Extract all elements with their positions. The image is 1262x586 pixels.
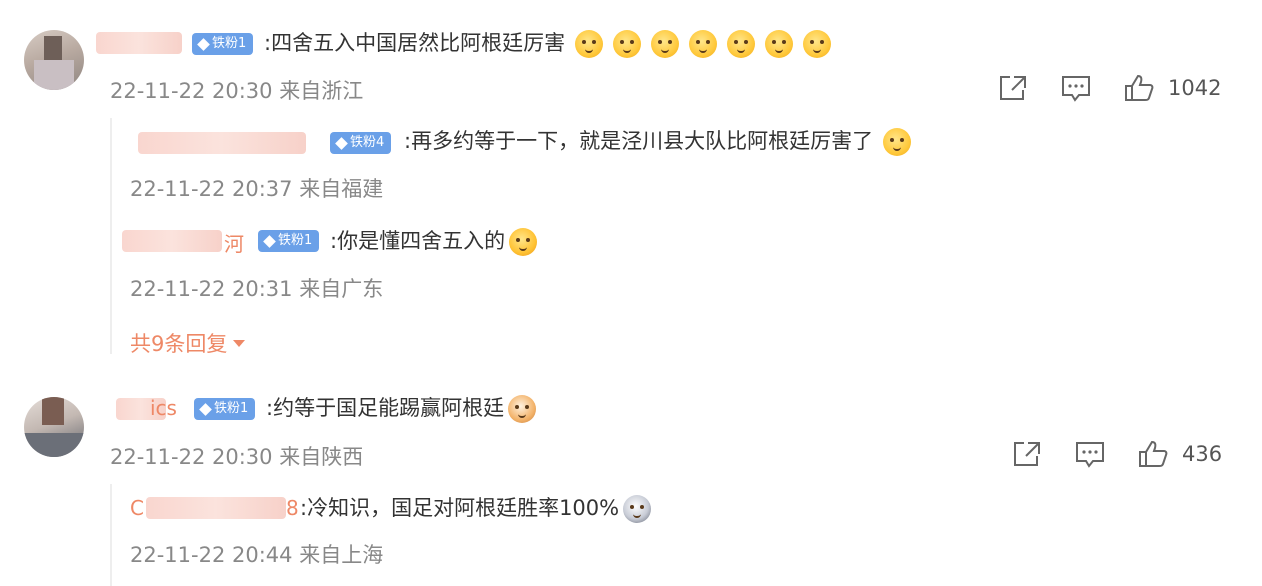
comment-location: 来自浙江 xyxy=(279,79,364,103)
cat-emoji-icon xyxy=(508,395,537,423)
reply-location: 来自广东 xyxy=(299,277,384,301)
username-blurred[interactable] xyxy=(96,32,182,54)
reply-thread-line xyxy=(110,118,112,354)
reply-text-content: :再多约等于一下，就是泾川县大队比阿根廷厉害了 xyxy=(404,129,874,153)
comment-icon[interactable] xyxy=(1075,440,1105,468)
reply-time: 22-11-22 20:37 xyxy=(130,177,293,201)
reply-username-blurred[interactable] xyxy=(122,230,222,252)
view-more-replies-label: 共9条回复 xyxy=(130,332,228,356)
diamond-icon xyxy=(335,136,348,150)
fan-badge[interactable]: 铁粉1 xyxy=(192,33,254,55)
doge-emoji-icon xyxy=(803,30,832,58)
comment-meta: 22-11-22 20:30 来自浙江 xyxy=(110,75,363,105)
reply-text: :你是懂四舍五入的 xyxy=(330,227,538,256)
reply-text-content: :冷知识，国足对阿根廷胜率100% xyxy=(300,496,620,520)
fan-badge[interactable]: 铁粉1 xyxy=(258,230,320,252)
like-button[interactable]: 436 xyxy=(1138,440,1222,468)
fan-badge-label: 铁粉1 xyxy=(278,233,313,248)
reply-meta: 22-11-22 20:44 来自上海 xyxy=(130,539,383,569)
comment-location: 来自陕西 xyxy=(279,445,364,469)
reply-meta: 22-11-22 20:37 来自福建 xyxy=(130,173,383,203)
doge-emoji-icon xyxy=(575,30,604,58)
comment-text: :四舍五入中国居然比阿根廷厉害 xyxy=(264,29,832,58)
reply-time: 22-11-22 20:44 xyxy=(130,543,293,567)
comment-meta: 22-11-22 20:30 来自陕西 xyxy=(110,441,363,471)
comment-time: 22-11-22 20:30 xyxy=(110,445,273,469)
fan-badge[interactable]: 铁粉1 xyxy=(194,398,256,420)
reply-time: 22-11-22 20:31 xyxy=(130,277,293,301)
reply-text: :冷知识，国足对阿根廷胜率100% xyxy=(300,494,652,523)
doge-emoji-icon xyxy=(727,30,756,58)
share-icon[interactable] xyxy=(998,74,1028,102)
reply-username-blurred[interactable] xyxy=(146,497,286,519)
reply-username-blurred[interactable] xyxy=(138,132,306,154)
like-button[interactable]: 1042 xyxy=(1124,74,1221,102)
husky-emoji-icon xyxy=(623,495,652,523)
reply-username-prefix[interactable]: C xyxy=(130,496,144,520)
doge-emoji-icon xyxy=(651,30,680,58)
reply-location: 来自福建 xyxy=(299,177,384,201)
doge-emoji-icon xyxy=(883,128,912,156)
thumbs-up-icon xyxy=(1124,74,1154,102)
diamond-icon xyxy=(263,234,276,248)
like-count: 1042 xyxy=(1168,76,1222,100)
username-suffix[interactable]: ics xyxy=(150,396,177,420)
fan-badge-label: 铁粉4 xyxy=(350,135,385,150)
reply-username-suffix[interactable]: 河 xyxy=(224,228,244,257)
doge-emoji-icon xyxy=(613,30,642,58)
comment-text: :约等于国足能踢赢阿根廷 xyxy=(266,394,537,423)
share-icon[interactable] xyxy=(1012,440,1042,468)
like-count: 436 xyxy=(1182,442,1223,466)
view-more-replies-link[interactable]: 共9条回复 xyxy=(130,328,246,358)
reply-thread-line xyxy=(110,484,112,586)
doge-emoji-icon xyxy=(765,30,794,58)
doge-emoji-icon xyxy=(689,30,718,58)
diamond-icon xyxy=(197,37,210,51)
comment-text-content: :四舍五入中国居然比阿根廷厉害 xyxy=(264,31,566,55)
reply-username-suffix[interactable]: 8 xyxy=(286,496,299,520)
reply-location: 来自上海 xyxy=(299,543,384,567)
fan-badge-label: 铁粉1 xyxy=(212,36,247,51)
comment-time: 22-11-22 20:30 xyxy=(110,79,273,103)
caret-down-icon xyxy=(233,339,246,347)
reply-meta: 22-11-22 20:31 来自广东 xyxy=(130,273,383,303)
avatar[interactable] xyxy=(24,397,84,457)
thumbs-up-icon xyxy=(1138,440,1168,468)
avatar[interactable] xyxy=(24,30,84,90)
diamond-icon xyxy=(199,402,212,416)
comment-text-content: :约等于国足能踢赢阿根廷 xyxy=(266,396,505,420)
reply-text-content: :你是懂四舍五入的 xyxy=(330,229,506,253)
fan-badge[interactable]: 铁粉4 xyxy=(330,132,392,154)
comment-icon[interactable] xyxy=(1061,74,1091,102)
fan-badge-label: 铁粉1 xyxy=(214,401,249,416)
reply-text: :再多约等于一下，就是泾川县大队比阿根廷厉害了 xyxy=(404,127,912,156)
laugh-cry-emoji-icon xyxy=(509,228,538,256)
